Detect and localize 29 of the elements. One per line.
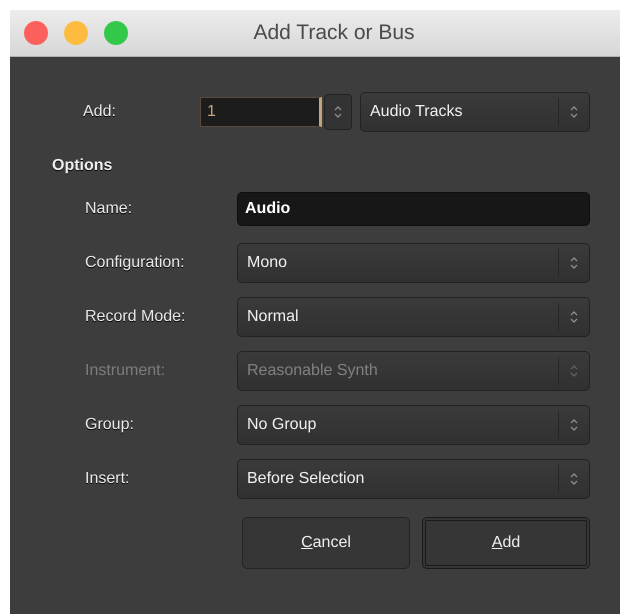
- chevrons-icon: [570, 310, 578, 324]
- field-label: Insert:: [85, 470, 130, 488]
- window-title: Add Track or Bus: [253, 21, 415, 45]
- default-button[interactable]: Add: [422, 517, 590, 569]
- chevrons-icon: [570, 256, 578, 270]
- window-control-icon[interactable]: [104, 21, 128, 45]
- stepper-arrows-icon: [334, 105, 342, 119]
- stepper[interactable]: [324, 94, 352, 130]
- options-heading: Options: [52, 157, 114, 175]
- field-label: Configuration:: [85, 254, 186, 272]
- chevrons-icon: [570, 418, 578, 432]
- dropdown[interactable]: Before Selection: [237, 459, 590, 499]
- add-label: Add:: [83, 103, 117, 121]
- track-type-dropdown[interactable]: Audio Tracks: [360, 92, 590, 132]
- dialog-button[interactable]: Cancel: [242, 517, 410, 569]
- field-label: Instrument:: [85, 362, 166, 380]
- chevrons-icon: [570, 472, 578, 486]
- window-control-icon[interactable]: [64, 21, 88, 45]
- dropdown[interactable]: Mono: [237, 243, 590, 283]
- name-field[interactable]: Audio: [237, 192, 590, 226]
- dropdown[interactable]: No Group: [237, 405, 590, 445]
- dropdown[interactable]: Normal: [237, 297, 590, 337]
- chevrons-icon: [570, 364, 578, 378]
- field-label: Record Mode:: [85, 308, 186, 326]
- field-label: Group:: [85, 416, 135, 434]
- field-label: Name:: [85, 200, 134, 218]
- count-field[interactable]: 1: [200, 97, 322, 127]
- window-control-icon[interactable]: [24, 21, 48, 45]
- chevrons-icon: [570, 105, 578, 119]
